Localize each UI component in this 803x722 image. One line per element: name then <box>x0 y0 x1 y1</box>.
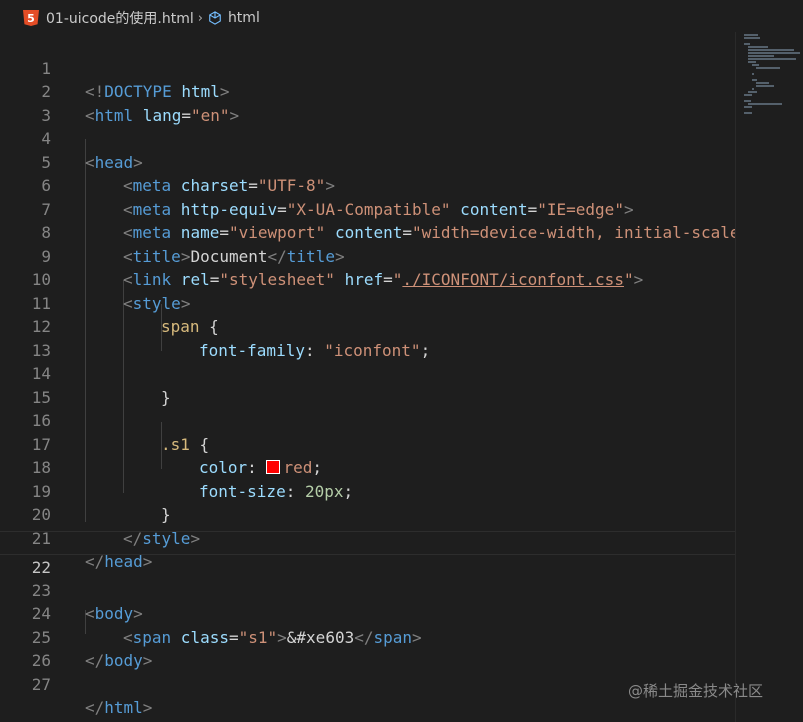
minimap-line <box>744 106 752 108</box>
code-line[interactable]: 19 } <box>0 456 735 525</box>
minimap-line <box>748 61 756 63</box>
cube-icon <box>207 10 223 26</box>
code-line[interactable]: 17 color: red; <box>0 409 735 478</box>
minimap-line <box>752 64 759 66</box>
code-line[interactable]: 20 </style> <box>0 480 735 548</box>
code-line[interactable]: 8 <title>Document</title> <box>0 198 735 266</box>
breadcrumb-file-name[interactable]: 01-uicode的使用.html <box>46 8 194 28</box>
code-line[interactable]: 7 <meta name="viewport" content="width=d… <box>0 174 735 243</box>
minimap-line <box>748 58 796 60</box>
minimap-line <box>744 94 752 96</box>
minimap-line <box>752 88 754 90</box>
watermark: @稀土掘金技术社区 <box>628 682 764 700</box>
minimap-line <box>748 46 768 48</box>
code-line[interactable]: 1 <!DOCTYPE html> <box>0 33 735 102</box>
code-line[interactable]: 14 } <box>0 339 735 407</box>
code-line[interactable]: 16 .s1 { <box>0 386 735 454</box>
code-line[interactable]: 11 span { <box>0 268 735 337</box>
code-line[interactable]: 15 <box>0 362 735 407</box>
code-line[interactable]: 5 <meta charset="UTF-8"> <box>0 127 735 196</box>
code-line[interactable]: 24 <span class="s1">&#xe603</span> <box>0 579 735 647</box>
code-line[interactable]: 6 <meta http-equiv="X-UA-Compatible" con… <box>0 151 735 219</box>
minimap-line <box>748 55 774 57</box>
minimap-line <box>756 82 769 84</box>
code-line[interactable]: 9 <link rel="stylesheet" href="./ICONFON… <box>0 221 735 290</box>
code-line[interactable]: 10 <style> <box>0 245 735 313</box>
code-line[interactable]: 2 <html lang="en"> <box>0 57 735 125</box>
minimap-line <box>752 73 754 75</box>
minimap-line <box>756 85 774 87</box>
minimap-line <box>748 103 782 105</box>
code-line[interactable]: 25 </body> <box>0 602 735 671</box>
breadcrumb: 5 01-uicode的使用.html › html <box>0 0 803 36</box>
code-line[interactable]: 12 font-family: "iconfont"; <box>0 292 735 360</box>
minimap-line <box>744 37 760 39</box>
minimap[interactable] <box>735 32 803 722</box>
minimap-line <box>744 34 758 36</box>
code-editor[interactable]: 1 <!DOCTYPE html> 2 <html lang="en"> 3 4… <box>0 32 735 722</box>
code-line[interactable]: 21 </head> <box>0 503 735 572</box>
code-line[interactable]: 18 font-size: 20px; <box>0 433 735 501</box>
code-line[interactable]: 23 <body> <box>0 555 735 624</box>
code-line[interactable]: 27 </html> <box>0 649 735 718</box>
code-line[interactable]: 13 <box>0 315 735 360</box>
minimap-line <box>748 49 794 51</box>
minimap-line <box>744 112 752 114</box>
minimap-line <box>748 91 757 93</box>
html5-icon: 5 <box>23 10 39 26</box>
minimap-line <box>756 67 780 69</box>
code-line[interactable]: 3 <box>0 80 735 125</box>
code-line[interactable]: 26 <box>0 626 735 670</box>
code-line-active[interactable]: 22 <box>0 531 735 577</box>
line-number: 27 <box>31 674 51 694</box>
breadcrumb-symbol-name[interactable]: html <box>228 10 260 26</box>
minimap-line <box>752 79 757 81</box>
chevron-right-icon: › <box>197 10 203 26</box>
code-line[interactable]: 4 <head> <box>0 104 735 172</box>
minimap-line <box>748 52 800 54</box>
minimap-line <box>744 43 750 45</box>
code-text: </html> <box>85 698 153 717</box>
minimap-line <box>744 100 751 102</box>
